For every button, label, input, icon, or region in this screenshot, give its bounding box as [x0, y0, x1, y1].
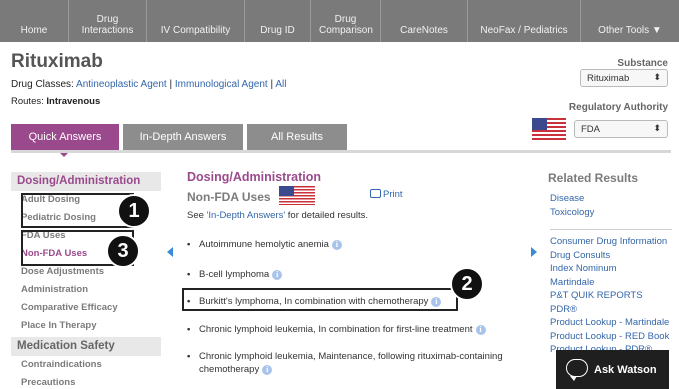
- nav-iv-compatibility[interactable]: IV Compatibility: [147, 0, 245, 42]
- related-link-consumer-drug-information[interactable]: Consumer Drug Information: [550, 235, 675, 249]
- sidebar-item-precautions[interactable]: Precautions: [11, 374, 161, 389]
- related-results-title: Related Results: [548, 171, 639, 185]
- substance-label: Substance: [617, 58, 668, 69]
- in-depth-answers-link[interactable]: 'In-Depth Answers': [207, 210, 286, 221]
- related-link-disease[interactable]: Disease: [550, 192, 675, 206]
- related-results-list: Disease Toxicology Consumer Drug Informa…: [550, 192, 675, 357]
- related-link-product-lookup-martindale[interactable]: Product Lookup - Martindale: [550, 316, 675, 330]
- related-link-martindale[interactable]: Martindale: [550, 276, 675, 290]
- select-arrows-icon: ⬍: [653, 72, 661, 82]
- collapse-left-arrow-icon[interactable]: [167, 247, 173, 257]
- list-item: • Chronic lymphoid leukemia, Maintenance…: [187, 351, 503, 375]
- related-link-index-nominum[interactable]: Index Nominum: [550, 262, 675, 276]
- us-flag-icon: [279, 186, 315, 205]
- tabs-divider: [11, 150, 671, 153]
- drug-classes: Drug Classes: Antineoplastic Agent | Imm…: [11, 79, 287, 90]
- routes-value: Intravenous: [46, 96, 101, 107]
- page-title: Rituximab: [11, 51, 103, 72]
- nav-other-tools[interactable]: Other Tools ▼: [581, 0, 679, 42]
- tab-in-depth-answers[interactable]: In-Depth Answers: [123, 124, 243, 150]
- related-link-drug-consults[interactable]: Drug Consults: [550, 249, 675, 263]
- us-flag-icon: [532, 118, 566, 140]
- related-link-pt-quik-reports[interactable]: P&T QUIK REPORTS: [550, 289, 675, 303]
- answer-tabs: Quick Answers In-Depth Answers All Resul…: [11, 124, 351, 157]
- sidebar-item-comparative-efficacy[interactable]: Comparative Efficacy: [11, 299, 161, 317]
- print-link[interactable]: Print: [370, 189, 403, 200]
- see-in-depth-note: See 'In-Depth Answers' for detailed resu…: [187, 210, 369, 221]
- list-item: • Autoimmune hemolytic anemia i: [187, 238, 517, 251]
- related-link-toxicology[interactable]: Toxicology: [550, 206, 675, 220]
- regulatory-authority-label: Regulatory Authority: [568, 102, 668, 113]
- chat-bubble-icon: [566, 359, 588, 381]
- sidebar-item-contraindications[interactable]: Contraindications: [11, 356, 161, 374]
- annotation-badge-1: 1: [117, 194, 151, 228]
- info-icon[interactable]: i: [331, 240, 342, 250]
- info-icon[interactable]: i: [475, 325, 486, 335]
- ask-watson-button[interactable]: Ask Watson: [556, 350, 669, 389]
- info-icon[interactable]: i: [262, 365, 273, 375]
- sidebar-heading-medication-safety[interactable]: Medication Safety: [11, 337, 161, 356]
- section-title: Dosing/Administration: [187, 170, 322, 184]
- top-navigation: Home Drug Interactions IV Compatibility D…: [0, 0, 679, 42]
- nav-carenotes[interactable]: CareNotes: [381, 0, 468, 42]
- printer-icon: [370, 189, 381, 198]
- sidebar-heading-dosing[interactable]: Dosing/Administration: [11, 172, 161, 191]
- sidebar-item-administration[interactable]: Administration: [11, 281, 161, 299]
- nav-drug-comparison[interactable]: Drug Comparison: [311, 0, 381, 42]
- collapse-right-arrow-icon[interactable]: [531, 247, 537, 257]
- tab-all-results[interactable]: All Results: [247, 124, 347, 150]
- annotation-box-2: [182, 288, 458, 311]
- nav-home[interactable]: Home: [0, 0, 69, 42]
- info-icon[interactable]: i: [272, 270, 283, 280]
- nav-neofax-pediatrics[interactable]: NeoFax / Pediatrics: [468, 0, 581, 42]
- nav-drug-id[interactable]: Drug ID: [245, 0, 311, 42]
- related-link-product-lookup-red-book[interactable]: Product Lookup - RED Book: [550, 330, 675, 344]
- sidebar-item-place-in-therapy[interactable]: Place In Therapy: [11, 317, 161, 335]
- drug-class-link-immunological[interactable]: Immunological Agent: [175, 79, 268, 90]
- tab-quick-answers[interactable]: Quick Answers: [11, 124, 119, 157]
- nav-drug-interactions[interactable]: Drug Interactions: [69, 0, 147, 42]
- select-arrows-icon: ⬍: [653, 123, 661, 133]
- related-link-pdr[interactable]: PDR®: [550, 303, 675, 317]
- list-item: • Chronic lymphoid leukemia, In combinat…: [187, 323, 517, 336]
- annotation-badge-2: 2: [450, 267, 484, 301]
- routes: Routes: Intravenous: [11, 96, 101, 107]
- related-divider: [550, 229, 672, 230]
- section-subtitle: Non-FDA Uses: [187, 190, 271, 204]
- annotation-badge-3: 3: [106, 234, 140, 268]
- substance-select[interactable]: Rituximab ⬍: [580, 69, 668, 87]
- drug-class-link-antineoplastic[interactable]: Antineoplastic Agent: [76, 79, 167, 90]
- drug-class-link-all[interactable]: All: [275, 79, 286, 90]
- regulatory-authority-select[interactable]: FDA ⬍: [574, 120, 668, 138]
